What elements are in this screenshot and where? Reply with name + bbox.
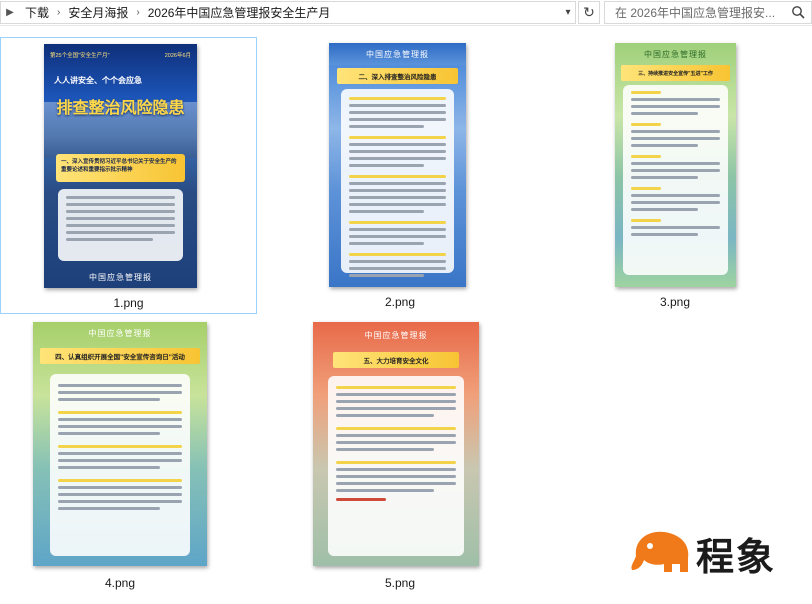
poster-logo: 中国应急管理报 — [366, 50, 429, 59]
poster-section-banner: 四、认真组织开展全国"安全宣传咨询日"活动 — [39, 348, 201, 364]
thumbnail-1[interactable]: 第25个全国"安全生产月" 2026年6月 人人讲安全、个个会应急 排查整治风险… — [44, 44, 197, 288]
file-name[interactable]: 3.png — [575, 295, 775, 309]
file-item-1[interactable]: 第25个全国"安全生产月" 2026年6月 人人讲安全、个个会应急 排查整治风险… — [0, 37, 257, 314]
breadcrumb-item-current-folder[interactable]: 2026年中国应急管理报安全生产月 — [142, 4, 337, 21]
poster-text-card — [58, 189, 183, 261]
search-input[interactable]: 在 2026年中国应急管理报安... — [604, 1, 812, 24]
poster-text-card — [50, 374, 190, 556]
poster-edition: 第25个全国"安全生产月" — [50, 53, 110, 59]
watermark-text: 程象 — [696, 535, 777, 579]
poster-text-card — [623, 85, 728, 275]
breadcrumb-item-posters[interactable]: 安全月海报 — [62, 4, 134, 21]
poster-text-card — [341, 89, 454, 277]
poster-logo: 中国应急管理报 — [88, 329, 152, 338]
breadcrumb[interactable]: ▶ 下载 › 安全月海报 › 2026年中国应急管理报安全生产月 — [0, 1, 576, 24]
poster-section-banner: 二、深入排查整治风险隐患 — [337, 68, 458, 84]
thumbnail-3[interactable]: 中国应急管理报 三、持续推进安全宣传"五进"工作 — [615, 43, 736, 287]
chevron-right-icon[interactable]: › — [134, 7, 141, 18]
poster-date: 2026年6月 — [164, 53, 191, 59]
chevron-right-icon[interactable]: ▶ — [1, 2, 19, 23]
thumbnail-2[interactable]: 中国应急管理报 二、深入排查整治风险隐患 — [329, 43, 466, 287]
poster-text-card — [327, 376, 465, 556]
search-icon[interactable] — [791, 5, 805, 19]
file-name[interactable]: 1.png — [1, 296, 256, 310]
file-item-3[interactable]: 中国应急管理报 三、持续推进安全宣传"五进"工作 3.png — [575, 37, 785, 314]
address-bar: ▶ 下载 › 安全月海报 › 2026年中国应急管理报安全生产月 ▾ ↻ 在 2… — [0, 0, 812, 26]
poster-section-banner: 三、持续推进安全宣传"五进"工作 — [621, 65, 730, 81]
file-item-4[interactable]: 中国应急管理报 四、认真组织开展全国"安全宣传咨询日"活动 4.png — [0, 318, 257, 594]
poster-logo: 中国应急管理报 — [364, 331, 428, 340]
poster-section-banner: 五、大力培育安全文化 — [332, 352, 460, 368]
poster-slogan: 人人讲安全、个个会应急 — [54, 76, 142, 85]
file-name[interactable]: 2.png — [290, 295, 510, 309]
chevron-right-icon[interactable]: › — [55, 7, 62, 18]
file-item-2[interactable]: 中国应急管理报 二、深入排查整治风险隐患 2.png — [290, 37, 510, 314]
search-placeholder: 在 2026年中国应急管理报安... — [615, 6, 776, 20]
breadcrumb-item-downloads[interactable]: 下载 — [19, 4, 55, 21]
file-name[interactable]: 4.png — [0, 576, 240, 590]
file-name[interactable]: 5.png — [290, 576, 510, 590]
watermark-logo: 程象 — [628, 524, 798, 580]
thumbnail-4[interactable]: 中国应急管理报 四、认真组织开展全国"安全宣传咨询日"活动 — [33, 322, 207, 566]
refresh-icon[interactable]: ↻ — [578, 1, 600, 24]
elephant-icon — [631, 531, 689, 572]
poster-headline: 排查整治风险隐患 — [56, 100, 185, 117]
poster-logo: 中国应急管理报 — [644, 50, 707, 59]
poster-section-banner: 一、深入宣传贯彻习近平总书记关于安全生产的重要论述和重要指示批示精神 — [56, 154, 185, 182]
thumbnail-5[interactable]: 中国应急管理报 五、大力培育安全文化 — [313, 322, 479, 566]
poster-logo: 中国应急管理报 — [89, 273, 152, 282]
chevron-down-icon[interactable]: ▾ — [560, 2, 576, 23]
file-item-5[interactable]: 中国应急管理报 五、大力培育安全文化 5.png — [290, 318, 510, 594]
